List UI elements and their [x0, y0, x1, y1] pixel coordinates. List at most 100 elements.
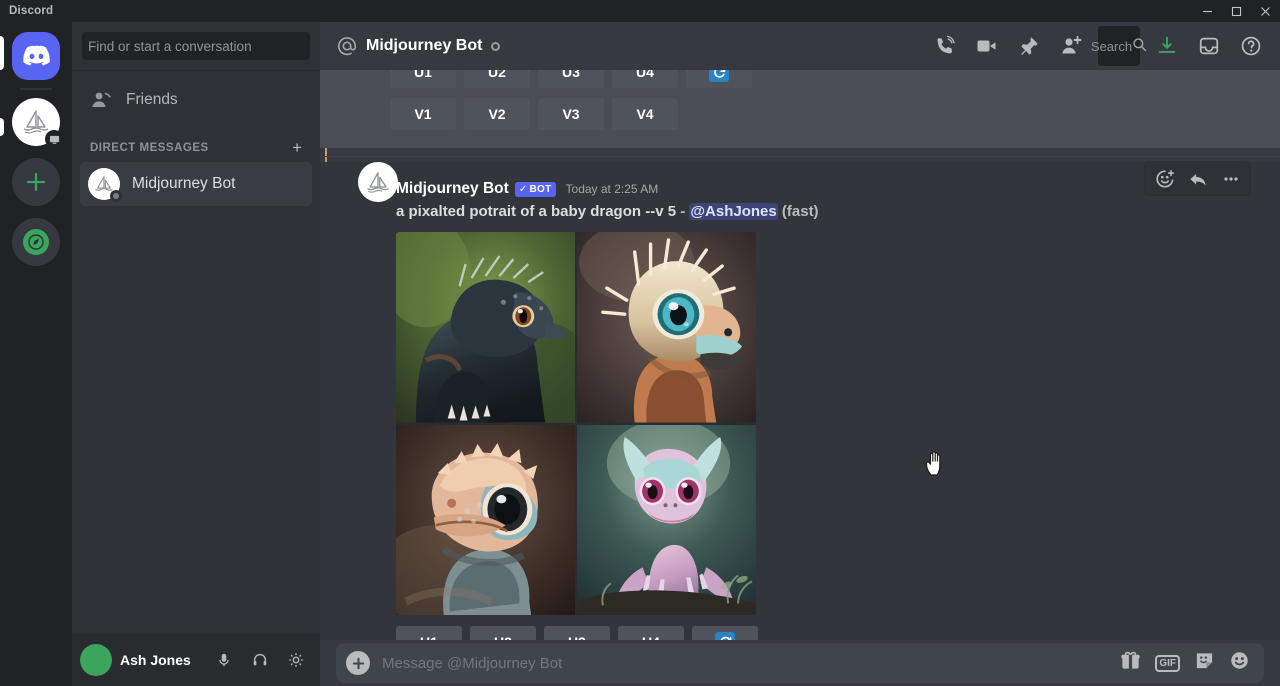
- avatar[interactable]: [358, 162, 398, 202]
- button-reroll-previous[interactable]: [686, 70, 752, 88]
- rail-divider: [20, 88, 52, 90]
- unread-server-pill: [0, 118, 4, 136]
- explore-servers-button[interactable]: [12, 218, 60, 266]
- channel-header: Midjourney Bot Search: [320, 22, 1280, 70]
- status-badge: [110, 190, 122, 202]
- button-v2[interactable]: V2: [464, 98, 530, 130]
- sailboat-icon: [367, 171, 389, 193]
- message-list: U1 U2 U3 U4 V1 V2 V3 V4 Midjourney Bot ✓…: [320, 70, 1280, 662]
- friends-icon: [92, 92, 111, 107]
- page-title: Midjourney Bot: [366, 37, 483, 54]
- composer-icons: GIF: [1120, 650, 1250, 676]
- avatar[interactable]: [80, 644, 112, 676]
- user-panel-icons: [208, 644, 312, 676]
- minimize-icon[interactable]: [1193, 0, 1222, 22]
- add-reaction-icon[interactable]: [1149, 164, 1180, 193]
- settings-gear-icon[interactable]: [280, 644, 312, 676]
- inbox-download-icon[interactable]: [1146, 26, 1188, 66]
- button-v3[interactable]: V3: [538, 98, 604, 130]
- server-rail: [0, 22, 72, 686]
- call-icon[interactable]: [924, 26, 966, 66]
- upscale-button-row-previous: U1 U2 U3 U4: [320, 70, 1280, 88]
- generated-image-2[interactable]: [577, 232, 756, 423]
- sidebar-nav: Friends: [72, 71, 320, 121]
- maximize-icon[interactable]: [1222, 0, 1251, 22]
- find-conversation-placeholder: Find or start a conversation: [88, 38, 252, 54]
- sidebar-item-home[interactable]: [12, 32, 60, 80]
- message-text: a pixalted potrait of a baby dragon --v …: [396, 203, 1280, 220]
- message-composer: Message @Midjourney Bot GIF: [320, 640, 1280, 686]
- gift-icon[interactable]: [1120, 650, 1141, 676]
- plus-icon: [26, 172, 46, 192]
- button-u3[interactable]: U3: [538, 70, 604, 88]
- window-controls: [1193, 0, 1280, 22]
- message-input[interactable]: Message @Midjourney Bot GIF: [336, 643, 1264, 683]
- discord-logo-icon: [23, 45, 50, 66]
- generated-image-grid[interactable]: [396, 232, 756, 615]
- pin-icon[interactable]: [1008, 26, 1050, 66]
- add-server-button[interactable]: [12, 158, 60, 206]
- magnifier-icon: [1132, 37, 1147, 55]
- gif-icon[interactable]: GIF: [1155, 654, 1180, 672]
- button-u1[interactable]: U1: [390, 70, 456, 88]
- sticker-icon[interactable]: [1194, 650, 1215, 676]
- bot-badge: ✓ BOT: [514, 181, 556, 197]
- dm-item-midjourney-bot[interactable]: Midjourney Bot: [80, 162, 312, 206]
- inbox-icon[interactable]: [1188, 26, 1230, 66]
- button-v4[interactable]: V4: [612, 98, 678, 130]
- button-v1[interactable]: V1: [390, 98, 456, 130]
- reply-icon[interactable]: [1182, 164, 1213, 193]
- microphone-icon[interactable]: [208, 644, 240, 676]
- compass-icon: [23, 229, 49, 255]
- button-u4[interactable]: U4: [612, 70, 678, 88]
- dm-sidebar: Find or start a conversation Friends Dir…: [72, 22, 320, 686]
- refresh-icon: [709, 70, 729, 82]
- generated-image-3[interactable]: [396, 424, 575, 615]
- message-author[interactable]: Midjourney Bot: [396, 180, 509, 198]
- sidebar-item-label: Friends: [126, 91, 178, 108]
- sidebar-item-midjourney-server[interactable]: [12, 98, 63, 148]
- headphones-icon[interactable]: [244, 644, 276, 676]
- at-sign-icon: [337, 37, 357, 56]
- generated-image-4[interactable]: [577, 424, 756, 615]
- bot-badge-label: BOT: [529, 183, 552, 195]
- find-conversation-input[interactable]: Find or start a conversation: [82, 32, 310, 60]
- chat-area: Midjourney Bot Search U1 U2 U3 U4 V1 V2 …: [320, 22, 1280, 686]
- app-name: Discord: [9, 5, 54, 17]
- direct-messages-header: Direct Messages +: [72, 121, 320, 162]
- direct-messages-label: Direct Messages: [90, 141, 209, 154]
- title-bar: Discord: [0, 0, 1280, 22]
- discord-window: Discord Find or start a conversation Fri…: [0, 0, 1280, 686]
- message-hover-toolbar: [1145, 162, 1250, 195]
- message-current: Midjourney Bot ✓ BOT Today at 2:25 AM a …: [320, 162, 1280, 662]
- generated-image-1[interactable]: [396, 232, 575, 423]
- variation-button-row-previous: V1 V2 V3 V4: [320, 98, 1280, 130]
- search-input[interactable]: Search: [1091, 26, 1147, 66]
- user-panel: Ash Jones: [72, 634, 320, 686]
- check-icon: ✓: [518, 183, 528, 195]
- server-screen-badge: [45, 130, 63, 148]
- message-separator: -: [680, 203, 686, 220]
- close-icon[interactable]: [1251, 0, 1280, 22]
- help-icon[interactable]: [1230, 26, 1272, 66]
- message-input-placeholder: Message @Midjourney Bot: [382, 654, 563, 672]
- channel-header-icons: Search: [924, 26, 1272, 66]
- user-mention[interactable]: @AshJones: [689, 203, 778, 220]
- dm-item-label: Midjourney Bot: [132, 175, 236, 192]
- button-u2[interactable]: U2: [464, 70, 530, 88]
- avatar: [88, 168, 122, 202]
- current-username: Ash Jones: [120, 652, 191, 668]
- create-dm-button[interactable]: +: [292, 139, 302, 156]
- message-timestamp: Today at 2:25 AM: [565, 182, 659, 196]
- emoji-icon[interactable]: [1229, 650, 1250, 676]
- plus-circle-icon[interactable]: [346, 651, 370, 675]
- status-badge: [491, 41, 501, 51]
- search-placeholder: Search: [1090, 38, 1133, 54]
- message-previous: U1 U2 U3 U4 V1 V2 V3 V4: [320, 70, 1280, 148]
- message-divider: [320, 156, 1280, 157]
- active-server-pill: [0, 36, 4, 70]
- video-call-icon[interactable]: [966, 26, 1008, 66]
- sidebar-item-friends[interactable]: Friends: [80, 79, 312, 121]
- more-options-icon[interactable]: [1215, 164, 1246, 193]
- add-friend-icon[interactable]: [1050, 26, 1092, 66]
